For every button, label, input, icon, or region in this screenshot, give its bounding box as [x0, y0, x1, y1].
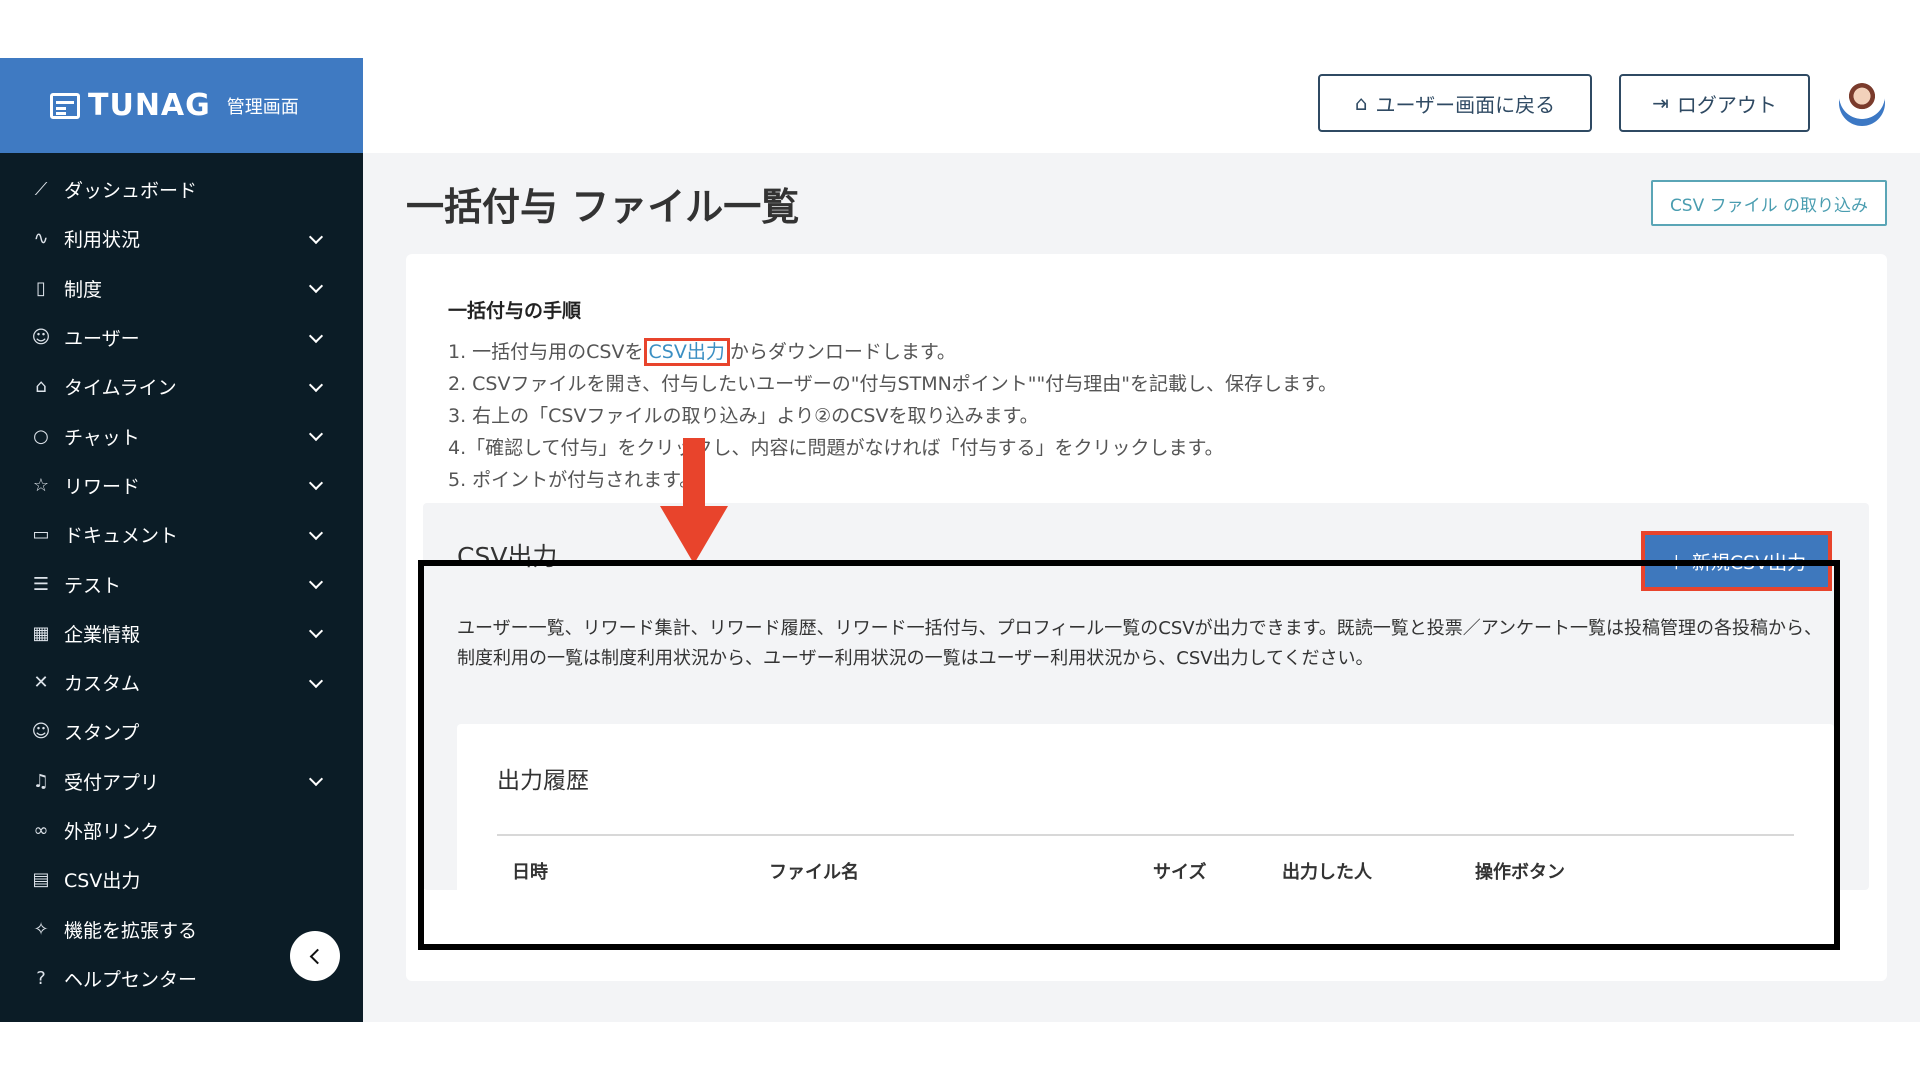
chevron-down-icon: [308, 377, 324, 392]
column-header-filename: ファイル名: [769, 862, 859, 883]
link-icon: ∞: [33, 820, 49, 841]
smiley-icon: ☺: [31, 721, 51, 743]
steps-title: 一括付与の手順: [448, 300, 582, 322]
sidebar: TUNAG 管理画面 ⟋ ダッシュボード ∿ 利用状況 ▯ 制度 ☺ ユーザー ⌂ タイム…: [0, 58, 363, 1022]
sidebar-collapse-button[interactable]: [290, 931, 340, 981]
sidebar-item-users[interactable]: ☺ ユーザー: [0, 313, 363, 362]
sparkle-star-icon: ✧: [33, 918, 49, 940]
annotation-arrow-down-icon: [660, 506, 728, 564]
chat-bubble-icon: ○: [33, 425, 49, 447]
csv-export-panel: CSV出力 ＋ 新規CSV出力 ユーザー一覧、リワード集計、リワード履歴、リワー…: [423, 503, 1869, 890]
chevron-down-icon: [308, 525, 324, 540]
sidebar-item-system[interactable]: ▯ 制度: [0, 264, 363, 313]
steps-list: 1. 一括付与用のCSVを CSV出力 からダウンロードします。 2. CSVファイ…: [448, 336, 1337, 496]
csv-export-link[interactable]: CSV出力: [643, 338, 730, 366]
sidebar-item-stamp[interactable]: ☺ スタンプ: [0, 707, 363, 756]
chevron-down-icon: [308, 427, 324, 442]
sidebar-item-company[interactable]: ▦ 企業情報: [0, 609, 363, 658]
sidebar-item-test[interactable]: ☰ テスト: [0, 559, 363, 608]
star-icon: ☆: [32, 474, 50, 496]
brand-name: TUNAG: [88, 88, 211, 123]
admin-app: TUNAG 管理画面 ⟋ ダッシュボード ∿ 利用状況 ▯ 制度 ☺ ユーザー ⌂ タイム…: [0, 58, 1920, 1022]
tools-icon: ✕: [33, 672, 49, 694]
chevron-down-icon: [308, 772, 324, 787]
chevron-down-icon: [308, 624, 324, 639]
question-icon: ?: [36, 967, 46, 989]
logout-button[interactable]: ⇥ ログアウト: [1619, 74, 1810, 132]
step-1: 1. 一括付与用のCSVを CSV出力 からダウンロードします。: [448, 336, 1337, 368]
chevron-down-icon: [308, 229, 324, 245]
bell-icon: ♫: [32, 770, 50, 792]
annotation-arrow-shaft: [683, 438, 705, 508]
divider: [497, 834, 1794, 836]
column-header-size: サイズ: [1153, 862, 1207, 883]
page-title: 一括付与 ファイル一覧: [406, 185, 800, 229]
sidebar-item-document[interactable]: ▭ ドキュメント: [0, 510, 363, 559]
sidebar-item-external-link[interactable]: ∞ 外部リンク: [0, 806, 363, 855]
sidebar-item-chat[interactable]: ○ チャット: [0, 411, 363, 460]
new-csv-export-button[interactable]: ＋ 新規CSV出力: [1641, 531, 1832, 591]
step-2: 2. CSVファイルを開き、付与したいユーザーの"付与STMNポイント""付与理…: [448, 373, 1338, 395]
avatar[interactable]: [1839, 80, 1885, 126]
book-icon: ▯: [36, 277, 46, 299]
home-icon: ⌂: [1354, 91, 1368, 115]
building-icon: ▦: [32, 622, 50, 644]
sidebar-item-csv-export[interactable]: ▤ CSV出力: [0, 855, 363, 904]
sidebar-item-usage[interactable]: ∿ 利用状況: [0, 214, 363, 263]
chevron-down-icon: [308, 279, 324, 294]
sidebar-item-timeline[interactable]: ⌂ タイムライン: [0, 362, 363, 411]
home-icon: ⌂: [35, 376, 47, 398]
csv-import-button[interactable]: CSV ファイル の取り込み: [1651, 180, 1887, 226]
brand-subtitle: 管理画面: [226, 96, 299, 118]
checklist-icon: ☰: [32, 573, 50, 595]
sidebar-item-custom[interactable]: ✕ カスタム: [0, 658, 363, 707]
column-header-actions: 操作ボタン: [1475, 862, 1565, 883]
chart-line-icon: ⟋: [34, 179, 48, 201]
csv-export-title: CSV出力: [457, 542, 558, 571]
column-header-datetime: 日時: [512, 862, 548, 883]
export-history-title: 出力履歴: [497, 768, 589, 794]
column-header-exporter: 出力した人: [1282, 862, 1372, 883]
logout-icon: ⇥: [1652, 91, 1669, 115]
top-bar: ⌂ ユーザー画面に戻る ⇥ ログアウト: [363, 58, 1920, 153]
chevron-down-icon: [308, 476, 324, 491]
table-icon: ▤: [32, 869, 50, 891]
export-history-panel: 出力履歴 日時 ファイル名 サイズ 出力した人 操作ボタン: [457, 724, 1834, 890]
sidebar-item-reward[interactable]: ☆ リワード: [0, 461, 363, 510]
sidebar-nav: ⟋ ダッシュボード ∿ 利用状況 ▯ 制度 ☺ ユーザー ⌂ タイムライン ○ チャット ☆…: [0, 153, 363, 1003]
step-4: 4.「確認して付与」をクリックし、内容に問題がなければ「付与する」をクリックしま…: [448, 437, 1224, 459]
folder-icon: ▭: [32, 524, 50, 546]
brand-header[interactable]: TUNAG 管理画面: [0, 58, 363, 153]
chevron-down-icon: [308, 673, 324, 688]
chevron-down-icon: [308, 328, 324, 343]
csv-export-description: ユーザー一覧、リワード集計、リワード履歴、リワード一括付与、プロフィール一覧のC…: [457, 618, 1823, 669]
step-5: 5. ポイントが付与されます。: [448, 469, 699, 491]
users-icon: ☺: [31, 327, 51, 349]
sidebar-item-dashboard[interactable]: ⟋ ダッシュボード: [0, 165, 363, 214]
content-card: 一括付与の手順 1. 一括付与用のCSVを CSV出力 からダウンロードします。 2…: [406, 254, 1887, 981]
tunag-logo-icon: [50, 92, 80, 119]
chevron-down-icon: [308, 574, 324, 590]
step-3: 3. 右上の「CSVファイルの取り込み」より②のCSVを取り込みます。: [448, 405, 1039, 427]
back-to-user-button[interactable]: ⌂ ユーザー画面に戻る: [1318, 74, 1592, 132]
sidebar-item-reception[interactable]: ♫ 受付アプリ: [0, 757, 363, 806]
activity-icon: ∿: [33, 228, 49, 250]
